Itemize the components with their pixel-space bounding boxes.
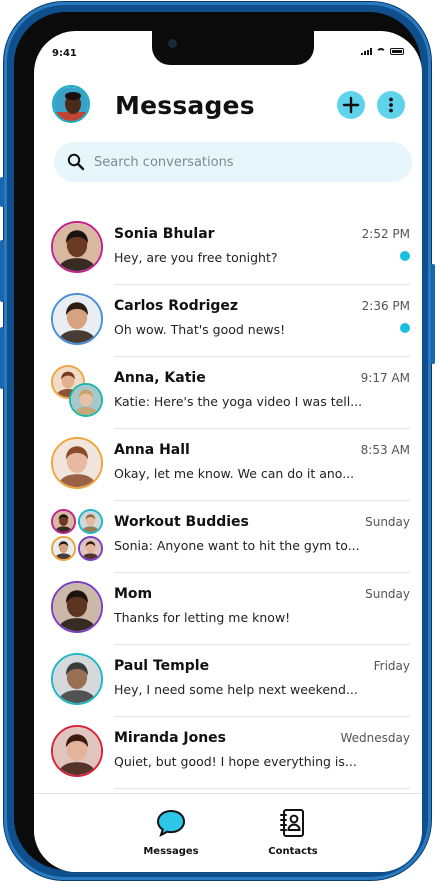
tab-bar: Messages Contacts bbox=[34, 793, 422, 872]
contact-avatar bbox=[51, 221, 103, 273]
search-icon bbox=[67, 153, 85, 171]
conversation-row[interactable]: Paul Temple Friday Hey, I need some help n… bbox=[34, 645, 422, 717]
conversation-avatar bbox=[51, 293, 103, 345]
bezel: 9:41 Messages Search conversations Sonia… bbox=[14, 12, 422, 872]
page-title: Messages bbox=[115, 91, 255, 120]
tab-contacts-label: Contacts bbox=[268, 846, 318, 857]
group-member-avatar bbox=[51, 509, 76, 534]
group-member-avatar bbox=[69, 383, 103, 417]
group-member-avatar bbox=[78, 536, 103, 561]
conversation-row[interactable]: Sonia Bhular 2:52 PM Hey, are you free ton… bbox=[34, 213, 422, 285]
contact-avatar bbox=[51, 725, 103, 777]
plus-icon bbox=[342, 96, 360, 114]
conversation-avatar bbox=[51, 221, 103, 273]
unread-dot bbox=[400, 251, 410, 261]
conversation-time: Sunday bbox=[365, 515, 410, 529]
chat-bubble-icon bbox=[156, 809, 186, 838]
conversation-avatar bbox=[51, 437, 103, 489]
conversation-avatar bbox=[51, 509, 103, 561]
more-vertical-icon bbox=[389, 97, 393, 113]
conversation-name: Paul Temple bbox=[114, 658, 210, 674]
more-options-button[interactable] bbox=[377, 91, 405, 119]
conversation-preview: Hey, I need some help next weekend... bbox=[114, 682, 358, 697]
tab-contacts[interactable]: Contacts bbox=[253, 808, 333, 857]
conversation-preview: Katie: Here's the yoga video I was tell.… bbox=[114, 394, 363, 409]
group-member-avatar bbox=[51, 536, 76, 561]
profile-avatar[interactable] bbox=[52, 85, 90, 123]
contact-avatar bbox=[51, 581, 103, 633]
conversation-name: Sonia Bhular bbox=[114, 226, 215, 242]
status-icons bbox=[361, 48, 404, 55]
conversation-time: Sunday bbox=[365, 587, 410, 601]
conversation-time: 2:52 PM bbox=[361, 227, 410, 241]
conversation-time: Friday bbox=[373, 659, 410, 673]
new-message-button[interactable] bbox=[337, 91, 365, 119]
power-button bbox=[431, 264, 435, 364]
tab-messages[interactable]: Messages bbox=[131, 808, 211, 857]
conversation-preview: Quiet, but good! I hope everything is... bbox=[114, 754, 357, 769]
wifi-icon bbox=[376, 48, 386, 55]
contacts-book-icon bbox=[280, 809, 304, 837]
conversation-preview: Oh wow. That's good news! bbox=[114, 322, 286, 337]
conversation-name: Carlos Rodrigez bbox=[114, 298, 239, 314]
conversation-row[interactable]: Miranda Jones Wednesday Quiet, but good! I… bbox=[34, 717, 422, 789]
group-member-avatar bbox=[78, 509, 103, 534]
conversation-preview: Okay, let me know. We can do it ano... bbox=[114, 466, 355, 481]
conversation-avatar bbox=[51, 365, 103, 417]
conversation-name: Miranda Jones bbox=[114, 730, 227, 746]
contact-avatar bbox=[51, 437, 103, 489]
conversation-row[interactable]: Anna, Katie 9:17 AM Katie: Here's the yoga… bbox=[34, 357, 422, 429]
screen: 9:41 Messages Search conversations Sonia… bbox=[34, 31, 422, 872]
tab-messages-label: Messages bbox=[143, 846, 199, 857]
conversation-preview: Sonia: Anyone want to hit the gym to... bbox=[114, 538, 360, 553]
signal-icon bbox=[361, 48, 372, 55]
conversation-avatar bbox=[51, 581, 103, 633]
unread-dot bbox=[400, 323, 410, 333]
conversation-avatar bbox=[51, 725, 103, 777]
conversation-name: Workout Buddies bbox=[114, 514, 249, 530]
search-bar[interactable]: Search conversations bbox=[54, 142, 412, 182]
conversation-time: 9:17 AM bbox=[360, 371, 410, 385]
search-input[interactable]: Search conversations bbox=[94, 155, 234, 170]
conversation-row[interactable]: Workout Buddies Sunday Sonia: Anyone want … bbox=[34, 501, 422, 573]
side-button bbox=[0, 177, 4, 207]
phone-frame: 9:41 Messages Search conversations Sonia… bbox=[0, 2, 435, 880]
battery-icon bbox=[390, 48, 404, 55]
conversation-list: Sonia Bhular 2:52 PM Hey, are you free ton… bbox=[34, 213, 422, 789]
notch bbox=[152, 31, 314, 65]
conversation-preview: Hey, are you free tonight? bbox=[114, 250, 278, 265]
conversation-time: 2:36 PM bbox=[361, 299, 410, 313]
conversation-time: Wednesday bbox=[340, 731, 410, 745]
conversation-row[interactable]: Carlos Rodrigez 2:36 PM Oh wow. That's goo… bbox=[34, 285, 422, 357]
divider bbox=[114, 788, 410, 789]
conversation-time: 8:53 AM bbox=[360, 443, 410, 457]
conversation-row[interactable]: Mom Sunday Thanks for letting me know! bbox=[34, 573, 422, 645]
conversation-name: Anna, Katie bbox=[114, 370, 206, 386]
conversation-avatar bbox=[51, 653, 103, 705]
volume-up-button bbox=[0, 240, 4, 302]
status-time: 9:41 bbox=[52, 48, 77, 59]
camera-icon bbox=[168, 39, 177, 48]
conversation-row[interactable]: Anna Hall 8:53 AM Okay, let me know. We ca… bbox=[34, 429, 422, 501]
volume-down-button bbox=[0, 327, 4, 389]
contact-avatar bbox=[51, 293, 103, 345]
conversation-preview: Thanks for letting me know! bbox=[114, 610, 291, 625]
conversation-name: Mom bbox=[114, 586, 153, 602]
contact-avatar bbox=[51, 653, 103, 705]
conversation-name: Anna Hall bbox=[114, 442, 190, 458]
